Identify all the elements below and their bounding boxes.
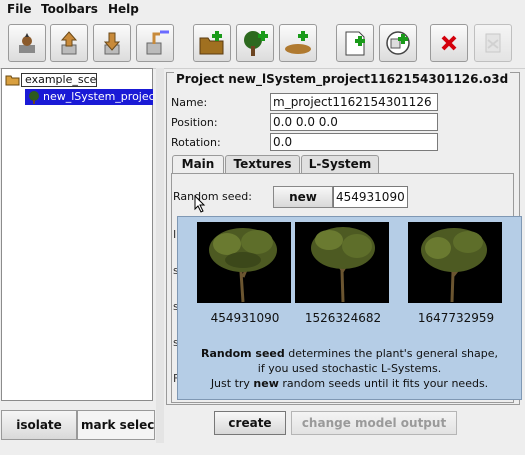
delete-button[interactable]: [430, 24, 468, 62]
hidden-label-fragment: I: [173, 228, 177, 241]
tree-image: [408, 222, 502, 303]
tree-image: [295, 222, 389, 303]
tree-preview-3: [408, 222, 502, 303]
toolbar: [0, 20, 525, 69]
isolate-button[interactable]: isolate: [1, 410, 77, 440]
upload-button[interactable]: [50, 24, 88, 62]
project-title: Project new_lSystem_project1162154301126…: [174, 72, 511, 86]
settings-icon: [19, 33, 35, 53]
tab-textures[interactable]: Textures: [225, 155, 300, 173]
position-label: Position:: [171, 116, 218, 129]
tooltip-line-3: Just try new random seeds until it fits …: [210, 377, 489, 390]
seed-caption-3: 1647732959: [417, 311, 495, 325]
tree-preview-1: [197, 222, 291, 303]
menu-bar: File Toolbars Help: [0, 0, 525, 20]
random-seed-label: Random seed:: [173, 190, 252, 203]
add-tree-button[interactable]: [236, 24, 274, 62]
add-layer-button[interactable]: [379, 24, 417, 62]
upload-icon: [60, 31, 78, 55]
splitter[interactable]: [156, 68, 164, 443]
delete-icon: [441, 35, 457, 51]
create-button[interactable]: create: [214, 411, 286, 435]
menu-toolbars[interactable]: Toolbars: [41, 2, 98, 16]
export-button[interactable]: [136, 24, 174, 62]
tree-image: [197, 222, 291, 303]
tree-item-label: new_lSystem_project1: [43, 90, 153, 103]
menu-file[interactable]: File: [7, 2, 32, 16]
tree-preview-2: [295, 222, 389, 303]
tab-main[interactable]: Main: [172, 155, 224, 174]
tree-node-icon: [29, 91, 39, 104]
add-terrain-button[interactable]: [279, 24, 317, 62]
tooltip-line-2: if you used stochastic L-Systems.: [257, 362, 442, 375]
seed-caption-1: 454931090: [210, 311, 280, 325]
mouse-cursor-icon: [194, 195, 206, 213]
add-folder-button[interactable]: [193, 24, 231, 62]
scene-tree[interactable]: example_sce... new_lSystem_project1: [1, 68, 153, 401]
random-seed-field[interactable]: 454931090: [333, 186, 408, 208]
tree-item-selected[interactable]: new_lSystem_project1: [25, 89, 153, 105]
new-document-icon: [345, 31, 365, 56]
settings-button[interactable]: [8, 24, 46, 62]
menu-help[interactable]: Help: [108, 2, 139, 16]
add-layer-icon: [386, 31, 410, 55]
change-model-output-button[interactable]: change model output: [291, 411, 457, 435]
tab-l-system[interactable]: L-System: [301, 155, 379, 173]
name-field[interactable]: m_project1162154301126: [270, 93, 438, 111]
download-button[interactable]: [93, 24, 131, 62]
rotation-label: Rotation:: [171, 136, 221, 149]
add-folder-icon: [199, 31, 224, 55]
tooltip-line-1: Random seed determines the plant's gener…: [200, 347, 499, 360]
mark-selection-button[interactable]: mark selecti: [77, 410, 155, 440]
new-document-button[interactable]: [336, 24, 374, 62]
tree-root-label[interactable]: example_sce...: [21, 73, 97, 87]
new-seed-button[interactable]: new: [273, 186, 333, 208]
name-label: Name:: [171, 96, 208, 109]
position-field[interactable]: 0.0 0.0 0.0: [270, 113, 438, 131]
download-icon: [103, 32, 121, 55]
rotation-field[interactable]: 0.0: [270, 133, 438, 151]
folder-icon: [5, 75, 20, 86]
disabled-tool-button[interactable]: [474, 24, 512, 62]
add-terrain-icon: [285, 31, 311, 54]
disabled-icon: [485, 33, 501, 53]
seed-caption-2: 1526324682: [304, 311, 382, 325]
export-icon: [146, 30, 169, 55]
add-tree-icon: [244, 31, 268, 56]
